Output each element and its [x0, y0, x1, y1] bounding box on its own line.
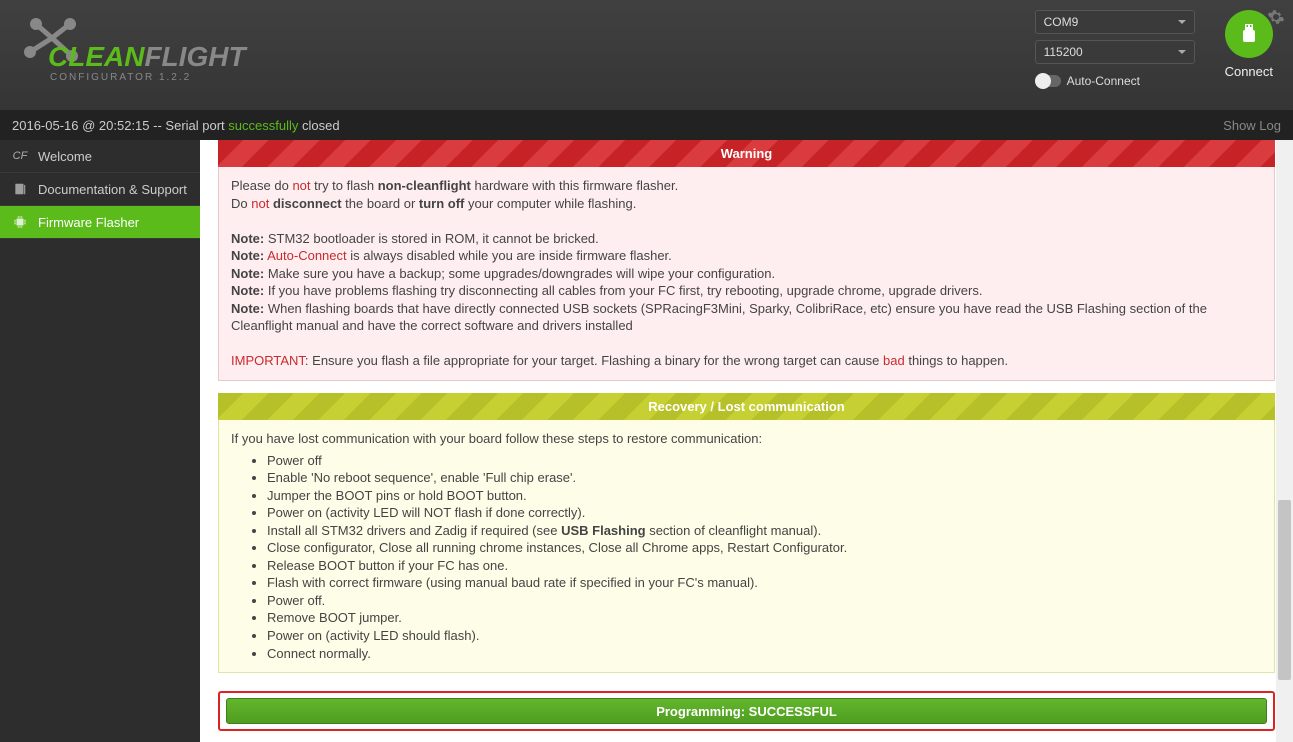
connect-label: Connect [1225, 64, 1273, 79]
list-item: Power off. [267, 592, 1262, 610]
list-item: Connect normally. [267, 645, 1262, 663]
settings-icon[interactable] [1267, 8, 1285, 31]
warning-title: Warning [218, 140, 1275, 167]
svg-text:CONFIGURATOR 1.2.2: CONFIGURATOR 1.2.2 [50, 72, 191, 83]
recovery-body: If you have lost communication with your… [218, 420, 1275, 673]
tab-firmware-flasher[interactable]: Firmware Flasher [0, 206, 200, 239]
list-item: Install all STM32 drivers and Zadig if r… [267, 522, 1262, 540]
list-item: Flash with correct firmware (using manua… [267, 574, 1262, 592]
tab-welcome[interactable]: CF Welcome [0, 140, 200, 173]
tab-docs[interactable]: Documentation & Support [0, 173, 200, 206]
svg-text:CLEANFLIGHT: CLEANFLIGHT [48, 41, 248, 72]
list-item: Power off [267, 452, 1262, 470]
list-item: Remove BOOT jumper. [267, 609, 1262, 627]
welcome-icon: CF [12, 150, 28, 162]
content-area: Warning Please do not try to flash non-c… [200, 140, 1293, 742]
connect-button[interactable] [1225, 10, 1273, 58]
list-item: Release BOOT button if your FC has one. [267, 557, 1262, 575]
port-select[interactable]: COM9 [1035, 10, 1195, 34]
programming-status: Programming: SUCCESSFUL [226, 698, 1267, 724]
list-item: Enable 'No reboot sequence', enable 'Ful… [267, 469, 1262, 487]
baud-select[interactable]: 115200 [1035, 40, 1195, 64]
list-item: Close configurator, Close all running ch… [267, 539, 1262, 557]
logo-text-light: FLIGHT [144, 41, 248, 72]
docs-icon [12, 182, 28, 196]
chip-icon [12, 215, 28, 229]
list-item: Power on (activity LED will NOT flash if… [267, 504, 1262, 522]
status-highlight: Programming: SUCCESSFUL [218, 691, 1275, 731]
log-bar: 2016-05-16 @ 20:52:15 -- Serial port suc… [0, 110, 1293, 140]
app-header: CLEANFLIGHT CONFIGURATOR 1.2.2 COM9 1152… [0, 0, 1293, 110]
auto-connect-toggle[interactable] [1035, 75, 1061, 87]
warning-body: Please do not try to flash non-cleanflig… [218, 167, 1275, 381]
list-item: Power on (activity LED should flash). [267, 627, 1262, 645]
recovery-panel: Recovery / Lost communication If you hav… [218, 393, 1275, 673]
logo: CLEANFLIGHT CONFIGURATOR 1.2.2 [0, 0, 290, 110]
log-message: 2016-05-16 @ 20:52:15 -- Serial port suc… [12, 118, 340, 133]
logo-text-bold: CLEAN [48, 41, 145, 72]
auto-connect-label: Auto-Connect [1067, 74, 1140, 88]
show-log-link[interactable]: Show Log [1223, 118, 1281, 133]
usb-icon [1237, 22, 1261, 46]
scrollbar[interactable] [1276, 140, 1293, 742]
sidebar: CF Welcome Documentation & Support Firmw… [0, 140, 200, 742]
list-item: Jumper the BOOT pins or hold BOOT button… [267, 487, 1262, 505]
recovery-title: Recovery / Lost communication [218, 393, 1275, 420]
warning-panel: Warning Please do not try to flash non-c… [218, 140, 1275, 381]
port-controls: COM9 115200 Auto-Connect [1035, 10, 1195, 88]
